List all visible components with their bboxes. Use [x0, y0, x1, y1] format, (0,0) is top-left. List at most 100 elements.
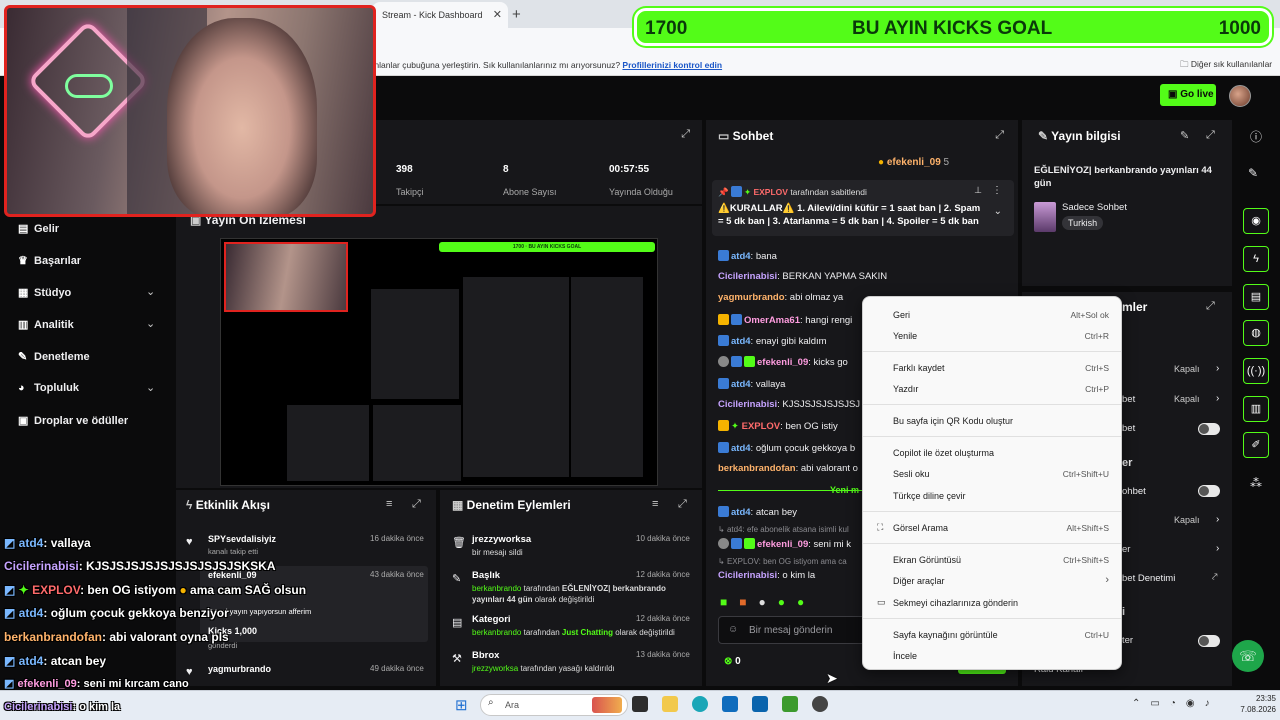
chevron-down-icon[interactable]: ⌄	[146, 317, 155, 330]
chevron-down-icon[interactable]: ⌄	[146, 381, 155, 394]
more-icon[interactable]: ⋮	[992, 185, 1002, 196]
check-profiles-link[interactable]: Profillerinizi kontrol edin	[622, 60, 722, 70]
expand-icon[interactable]: ⤢	[1206, 300, 1215, 313]
sidebar-item-analitik[interactable]: ▥ Analitik	[18, 318, 74, 331]
edit-icon[interactable]: ✎	[1248, 166, 1258, 180]
menu-item-send-tab[interactable]: Sekmeyi cihazlarınıza gönderin	[893, 598, 1018, 608]
expand-icon[interactable]: ⤢	[1206, 129, 1215, 142]
sidebar-item-denetleme[interactable]: ✎ Denetleme	[18, 350, 90, 363]
avatar[interactable]	[1229, 85, 1251, 107]
stream-preview[interactable]: 1700 · BU AYIN KICKS GOAL	[220, 238, 658, 486]
close-tab-icon[interactable]: ✕	[493, 8, 502, 21]
pin-icon[interactable]: ⊥	[974, 185, 982, 196]
new-tab-icon[interactable]: +	[512, 6, 521, 23]
menu-item-inspect[interactable]: İncele	[893, 651, 917, 661]
menu-item-more-tools[interactable]: Diğer araçlar	[893, 576, 945, 586]
chat-message[interactable]: atd4: bana	[718, 250, 777, 262]
stream-category[interactable]: Sadece Sohbet	[1062, 202, 1127, 213]
menu-item-screenshot[interactable]: Ekran Görüntüsü	[893, 555, 961, 565]
moderation-item-title[interactable]: Başlık	[472, 570, 500, 581]
chat-message[interactable]: OmerAma61: hangi rengi	[718, 314, 852, 326]
windows-start-icon[interactable]: ⊞	[455, 696, 468, 714]
chat-message[interactable]: Cicilerinabisi: KJSJSJSJSJSJSJ	[718, 399, 860, 410]
setting-value[interactable]: Kapalı	[1174, 394, 1200, 404]
setting-value[interactable]: Kapalı	[1174, 364, 1200, 374]
filter-icon[interactable]: ≡	[386, 498, 392, 510]
lightning-icon[interactable]: ϟ	[1243, 246, 1269, 272]
chevron-right-icon[interactable]: ›	[1216, 363, 1219, 374]
chat-message[interactable]: efekenli_09: kicks go	[718, 356, 848, 368]
chat-message[interactable]: yagmurbrando: abi olmaz ya	[718, 292, 843, 303]
menu-item-reload[interactable]: Yenile	[893, 331, 917, 341]
kick-app-icon[interactable]	[782, 696, 798, 712]
chat-message[interactable]: berkanbrandofan: abi valorant o	[718, 463, 858, 474]
system-tray-icons[interactable]: ⌃▭◔◉♪	[1132, 698, 1220, 709]
activity-user[interactable]: yagmurbrando	[208, 664, 271, 674]
chat-bubble-icon[interactable]: ◍	[1243, 320, 1269, 346]
emote-bar[interactable]: ■■●●●	[720, 595, 816, 609]
moderation-item-title[interactable]: jrezzyworksa	[472, 534, 531, 545]
filter-icon[interactable]: ≡	[652, 498, 658, 510]
chat-message[interactable]: ✦ EXPLOV: ben OG istiy	[718, 420, 838, 432]
store-icon[interactable]	[722, 696, 738, 712]
menu-item-back[interactable]: Geri	[893, 310, 910, 320]
toggle-switch[interactable]	[1198, 423, 1220, 435]
menu-item-copilot-summary[interactable]: Copilot ile özet oluşturma	[893, 448, 994, 458]
sidebar-item-gelir[interactable]: ▤ Gelir	[18, 222, 59, 235]
chevron-down-icon[interactable]: ⌄	[994, 206, 1002, 217]
external-link-icon[interactable]: ⤤	[1212, 572, 1218, 583]
chevron-right-icon[interactable]: ›	[1216, 543, 1219, 554]
chat-message[interactable]: atd4: enayi gibi kaldım	[718, 335, 827, 347]
support-chat-button[interactable]: ☏	[1232, 640, 1264, 672]
outlook-icon[interactable]	[752, 696, 768, 712]
chat-message[interactable]: atd4: atcan bey	[718, 506, 797, 518]
emoji-icon[interactable]: ☺	[728, 624, 738, 635]
camera-icon[interactable]: ◉	[1243, 208, 1269, 234]
moderation-item-title[interactable]: Bbrox	[472, 650, 499, 661]
toggle-switch[interactable]	[1198, 485, 1220, 497]
expand-icon[interactable]: ⤢	[681, 128, 690, 141]
chat-message[interactable]: atd4: oğlum çocuk gekkoya b	[718, 442, 855, 454]
expand-icon[interactable]: ⤢	[412, 498, 421, 511]
wrench-icon[interactable]: ✐	[1243, 432, 1269, 458]
menu-item-translate[interactable]: Türkçe diline çevir	[893, 491, 966, 501]
chat-message[interactable]: efekenli_09: seni mi k	[718, 538, 851, 550]
menu-item-view-source[interactable]: Sayfa kaynağını görüntüle	[893, 630, 998, 640]
expand-icon[interactable]: ⤢	[995, 129, 1004, 142]
broadcast-icon[interactable]: ((·))	[1243, 358, 1269, 384]
menu-item-qr-code[interactable]: Bu sayfa için QR Kodu oluştur	[893, 416, 1013, 426]
menu-item-save-as[interactable]: Farklı kaydet	[893, 363, 945, 373]
sidebar-item-droplar[interactable]: ▣ Droplar ve ödüller	[18, 414, 128, 427]
taskbar-clock[interactable]: 23:35 7.08.2026	[1236, 693, 1276, 715]
toggle-switch[interactable]	[1198, 635, 1220, 647]
menu-item-visual-search[interactable]: Görsel Arama	[893, 523, 948, 533]
task-view-icon[interactable]	[632, 696, 648, 712]
go-live-button[interactable]: ▣ Go live	[1160, 84, 1216, 106]
edit-icon[interactable]: ✎	[1180, 129, 1189, 142]
file-explorer-icon[interactable]	[662, 696, 678, 712]
document-icon[interactable]: ▤	[1243, 284, 1269, 310]
pinned-message[interactable]: 📌 ✦ EXPLOV tarafından sabitlendi ⊥ ⋮ ⚠️K…	[712, 180, 1014, 236]
moderation-item-title[interactable]: Kategori	[472, 614, 511, 625]
menu-item-print[interactable]: Yazdır	[893, 384, 918, 394]
chat-message[interactable]: Cicilerinabisi: BERKAN YAPMA SAKIN	[718, 271, 887, 282]
edge-browser-icon[interactable]	[692, 696, 708, 712]
activity-user[interactable]: SPYsevdalisiyiz	[208, 534, 276, 544]
share-icon[interactable]: ⁂	[1250, 476, 1262, 490]
info-icon[interactable]: ⓘ	[1250, 128, 1262, 145]
obs-icon[interactable]	[812, 696, 828, 712]
chat-message[interactable]: Cicilerinabisi: o kim la	[718, 570, 815, 581]
video-stack-icon[interactable]: ▥	[1243, 396, 1269, 422]
browser-tab[interactable]: Stream - Kick Dashboard ✕	[372, 2, 508, 28]
chat-message[interactable]: atd4: vallaya	[718, 378, 785, 390]
chevron-down-icon[interactable]: ⌄	[146, 285, 155, 298]
expand-icon[interactable]: ⤢	[678, 498, 687, 511]
sidebar-item-basarilar[interactable]: ♛ Başarılar	[18, 254, 81, 267]
menu-item-read-aloud[interactable]: Sesli oku	[893, 469, 930, 479]
setting-value[interactable]: Kapalı	[1174, 515, 1200, 525]
chevron-right-icon[interactable]: ›	[1216, 514, 1219, 525]
sidebar-item-studyo[interactable]: ▦ Stüdyo	[18, 286, 71, 299]
other-bookmarks-button[interactable]: 🗀 Diğer sık kullanılanlar	[1180, 59, 1272, 73]
sidebar-item-topluluk[interactable]: ◕ Topluluk	[18, 382, 79, 394]
chevron-right-icon[interactable]: ›	[1216, 393, 1219, 404]
